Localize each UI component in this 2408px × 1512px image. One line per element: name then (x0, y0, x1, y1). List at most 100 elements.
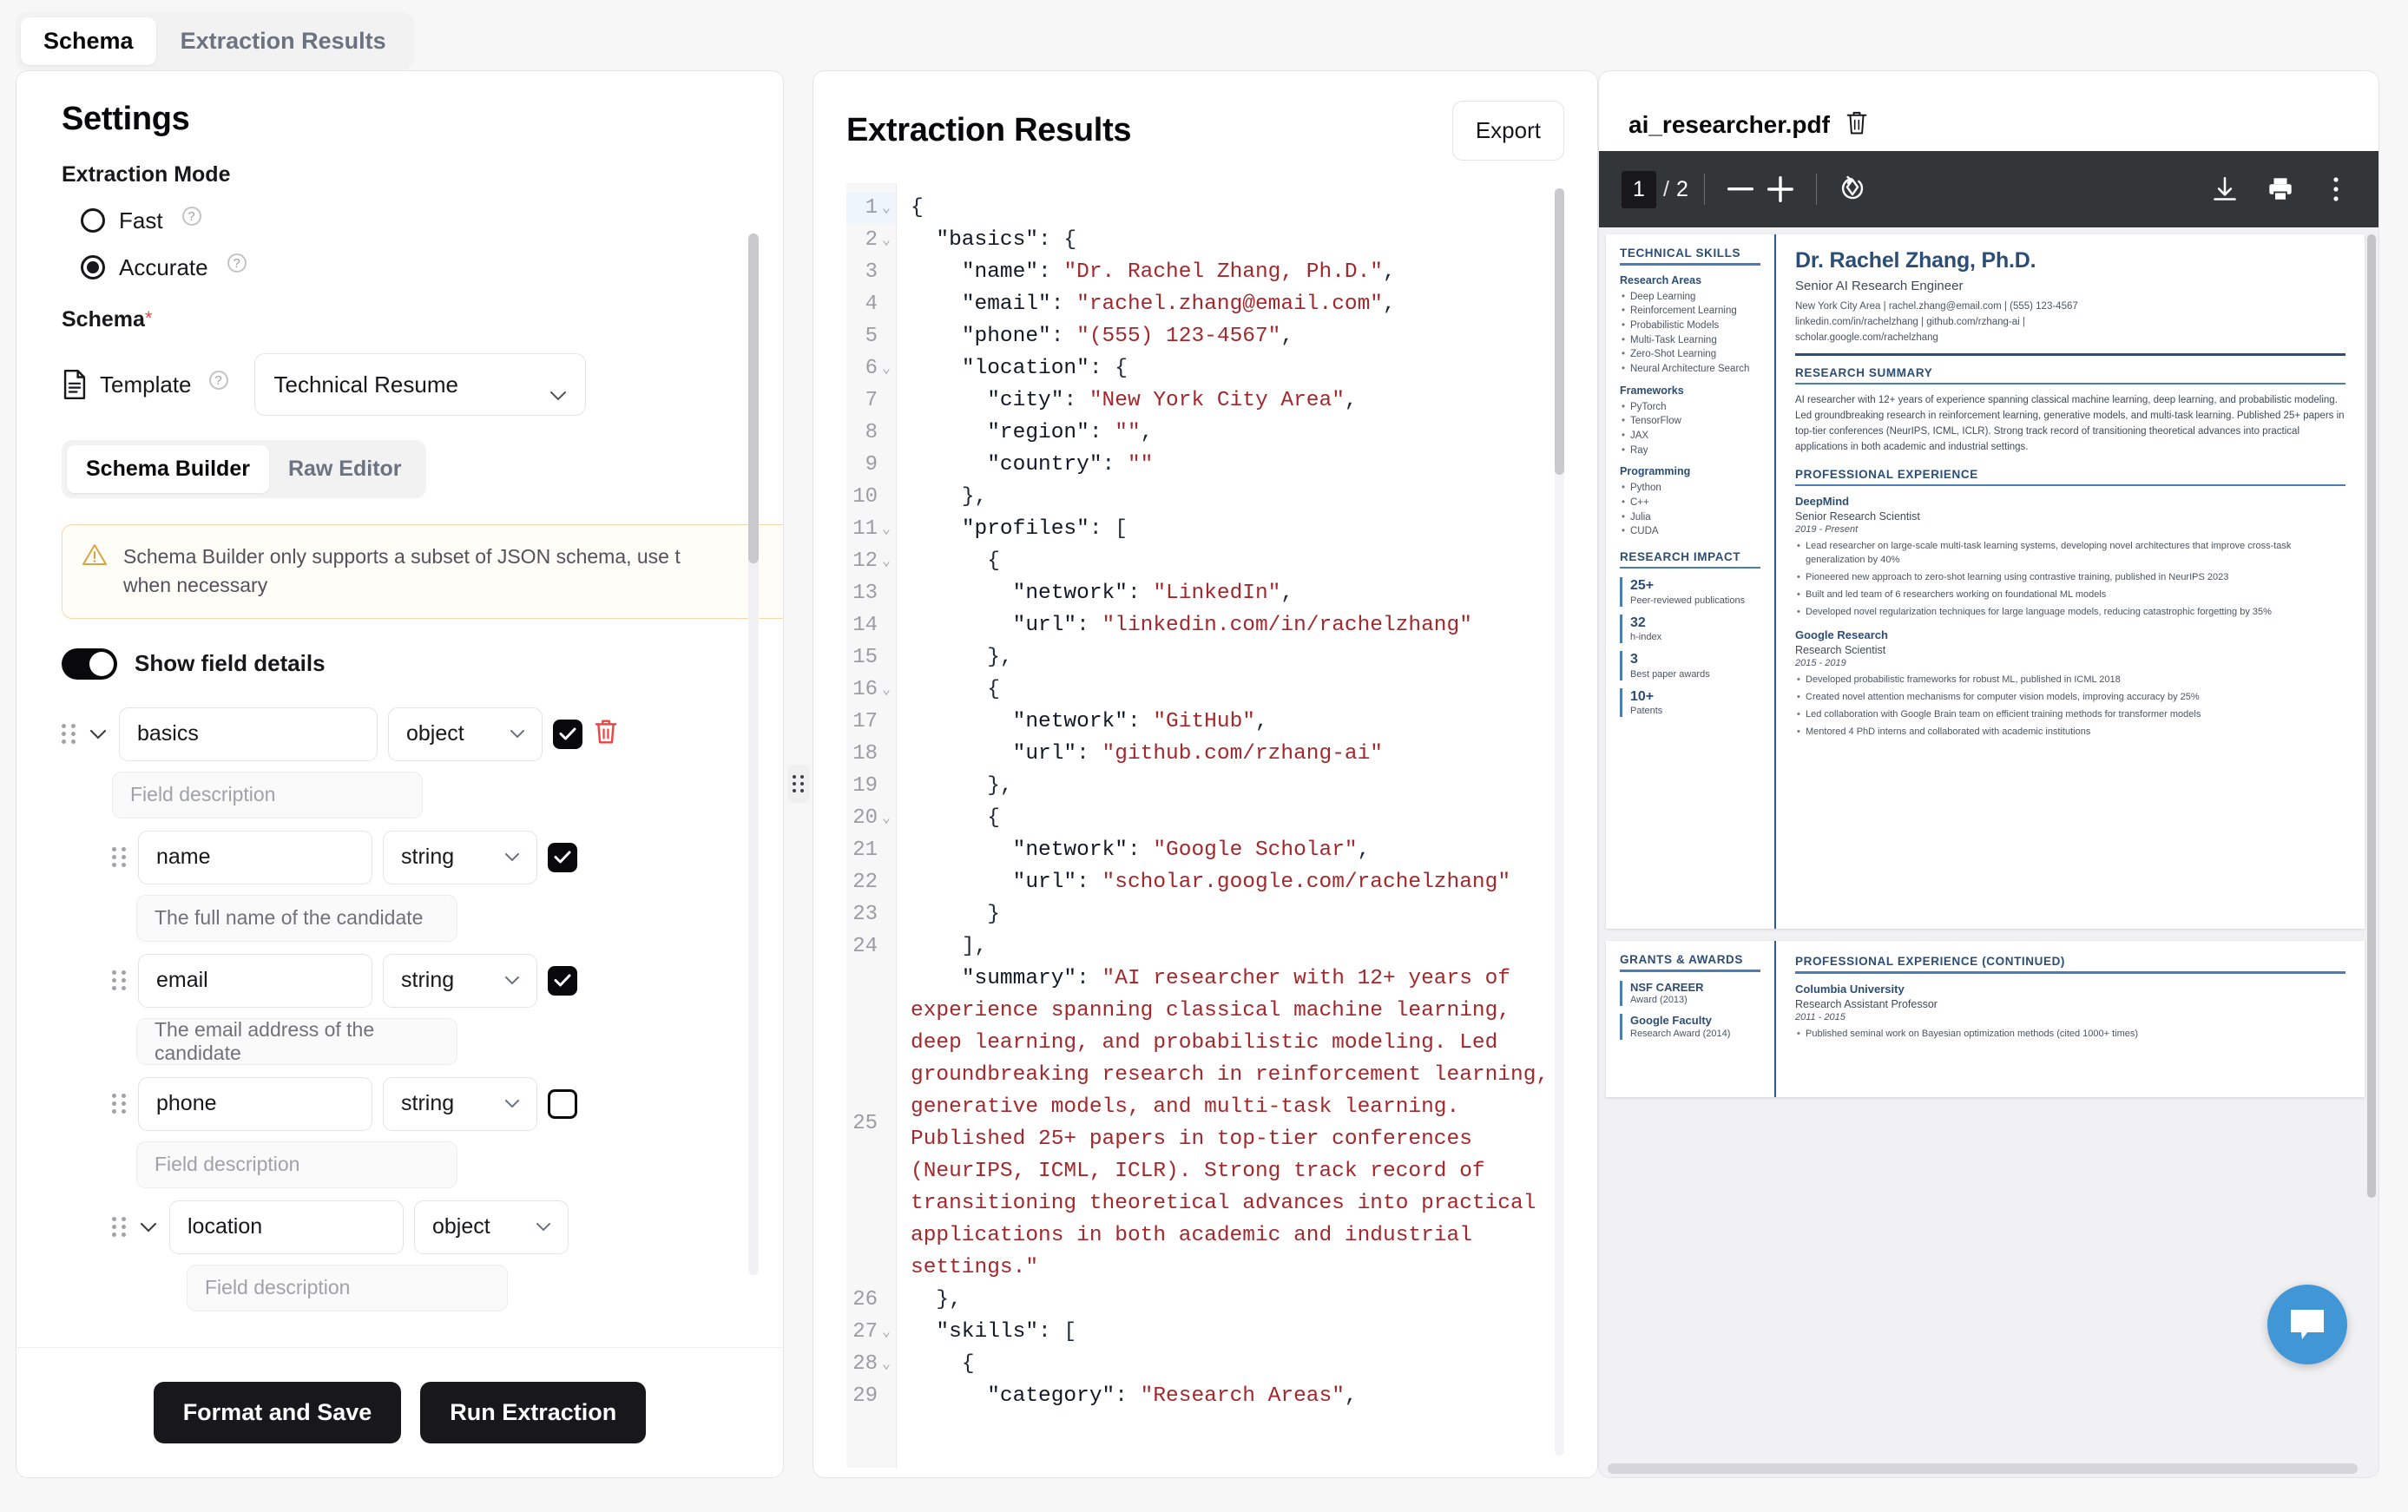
field-name-input-name[interactable]: name (138, 831, 372, 884)
pdf-vertical-scrollbar[interactable] (2367, 234, 2376, 1467)
code-fold-icon[interactable]: ⌄ (880, 199, 892, 217)
section-rule (1795, 383, 2345, 385)
delete-field-icon-basics[interactable] (593, 718, 619, 750)
code-fold-icon[interactable]: ⌄ (880, 359, 892, 378)
field-name-input-basics[interactable]: basics (119, 707, 378, 761)
template-select[interactable]: Technical Resume (254, 353, 586, 416)
pdf-horizontal-scrollbar[interactable] (1608, 1463, 2358, 1474)
code-line-number: 2⌄ (846, 224, 896, 256)
chat-widget-button[interactable] (2267, 1285, 2347, 1364)
radio-accurate-input[interactable] (81, 255, 105, 279)
continued-heading: PROFESSIONAL EXPERIENCE (CONTINUED) (1795, 955, 2345, 968)
tab-raw-editor[interactable]: Raw Editor (269, 445, 421, 493)
code-fold-icon[interactable]: ⌄ (880, 1355, 892, 1373)
field-type-select-email[interactable]: string (383, 954, 537, 1008)
schema-label: Schema (62, 307, 145, 332)
field-description-basics[interactable]: Field description (112, 772, 423, 818)
field-required-checkbox-name[interactable] (548, 843, 577, 872)
resume-name: Dr. Rachel Zhang, Ph.D. (1795, 248, 2345, 273)
radio-fast-input[interactable] (81, 208, 105, 233)
drag-handle-icon[interactable] (62, 723, 77, 746)
skill-item: Julia (1620, 510, 1760, 525)
tab-schema-builder[interactable]: Schema Builder (67, 445, 269, 493)
pdf-page-input[interactable]: 1 (1622, 171, 1656, 208)
more-options-icon[interactable] (2316, 169, 2356, 209)
code-fold-icon[interactable]: ⌄ (880, 520, 892, 538)
settings-scrollbar[interactable] (748, 233, 759, 1275)
pdf-page-2: GRANTS & AWARDS NSF CAREER Award (2013) … (1606, 941, 2365, 1097)
drag-handle-icon[interactable] (112, 1093, 128, 1115)
radio-option-accurate[interactable]: Accurate ? (81, 253, 783, 281)
field-row-phone: phone string (112, 1077, 783, 1131)
field-description-location[interactable]: Field description (187, 1265, 508, 1311)
run-extraction-button[interactable]: Run Extraction (420, 1382, 646, 1443)
job-bullet: Lead researcher on large-scale multi-tas… (1795, 540, 2345, 568)
resume-role: Senior AI Research Engineer (1795, 279, 2345, 293)
json-code-viewer[interactable]: 1⌄2⌄3456⌄7891011⌄12⌄13141516⌄17181920⌄21… (846, 183, 1564, 1468)
field-required-checkbox-phone[interactable] (548, 1089, 577, 1119)
field-description-email[interactable]: The email address of the candidate (136, 1018, 457, 1065)
field-row-basics: basics object (62, 707, 783, 761)
section-rule (1795, 971, 2345, 974)
zoom-in-icon[interactable] (1760, 169, 1800, 209)
code-fold-icon[interactable]: ⌄ (880, 1323, 892, 1341)
delete-file-icon[interactable] (1845, 110, 1868, 141)
help-icon-template[interactable]: ? (209, 371, 228, 390)
drag-handle-icon[interactable] (112, 970, 128, 992)
job-org: DeepMind (1795, 495, 2345, 508)
code-line-number: 12⌄ (846, 545, 896, 577)
field-name-input-location[interactable]: location (169, 1200, 404, 1254)
show-field-details-toggle[interactable] (62, 648, 117, 680)
tab-extraction-results[interactable]: Extraction Results (158, 17, 409, 65)
section-rule (1795, 484, 2345, 487)
code-gutter: 1⌄2⌄3456⌄7891011⌄12⌄13141516⌄17181920⌄21… (846, 183, 897, 1468)
awards-heading: GRANTS & AWARDS (1620, 953, 1760, 966)
field-required-checkbox-email[interactable] (548, 966, 577, 996)
format-and-save-button[interactable]: Format and Save (154, 1382, 402, 1443)
code-fold-icon[interactable]: ⌄ (880, 552, 892, 570)
pdf-page-separator: / (1663, 177, 1669, 202)
field-type-select-name[interactable]: string (383, 831, 537, 884)
resume-sidebar-page2: GRANTS & AWARDS NSF CAREER Award (2013) … (1606, 941, 1776, 1097)
field-type-select-phone[interactable]: string (383, 1077, 537, 1131)
code-fold-icon[interactable]: ⌄ (880, 680, 892, 699)
skill-item: Deep Learning (1620, 290, 1760, 305)
download-icon[interactable] (2205, 169, 2245, 209)
chevron-down-icon[interactable] (138, 1222, 159, 1233)
skill-item: TensorFlow (1620, 414, 1760, 429)
drag-handle-icon[interactable] (112, 846, 128, 869)
code-line-number: 16⌄ (846, 674, 896, 706)
pdf-viewport[interactable]: TECHNICAL SKILLS Research AreasDeep Lear… (1599, 227, 2378, 1477)
field-name-input-email[interactable]: email (138, 954, 372, 1008)
code-fold-icon[interactable]: ⌄ (880, 231, 892, 249)
code-content[interactable]: { "basics": { "name": "Dr. Rachel Zhang,… (897, 183, 1564, 1468)
help-icon-accurate[interactable]: ? (227, 253, 247, 273)
field-name-input-phone[interactable]: phone (138, 1077, 372, 1131)
section-rule (1620, 567, 1760, 569)
chevron-down-icon[interactable] (88, 729, 109, 740)
code-line-number: 13 (846, 577, 896, 609)
panel-resize-handle[interactable] (787, 765, 810, 803)
export-button[interactable]: Export (1452, 101, 1564, 161)
field-description-name[interactable]: The full name of the candidate (136, 895, 457, 942)
impact-stats: 25+Peer-reviewed publications32h-index3B… (1620, 577, 1760, 717)
code-line: "city": "New York City Area", (911, 385, 1564, 417)
settings-body: Extraction Mode Fast ? Accurate ? Schema… (16, 138, 783, 1379)
field-type-select-location[interactable]: object (414, 1200, 569, 1254)
help-icon-fast[interactable]: ? (182, 207, 201, 226)
code-scrollbar[interactable] (1555, 188, 1564, 1456)
print-icon[interactable] (2260, 169, 2300, 209)
code-line: "name": "Dr. Rachel Zhang, Ph.D.", (911, 256, 1564, 288)
code-fold-icon[interactable]: ⌄ (880, 809, 892, 827)
zoom-out-icon[interactable] (1720, 169, 1760, 209)
field-description-phone[interactable]: Field description (136, 1141, 457, 1188)
drag-handle-icon[interactable] (112, 1216, 128, 1239)
field-required-checkbox-basics[interactable] (553, 720, 582, 749)
radio-option-fast[interactable]: Fast ? (81, 207, 783, 234)
rotate-icon[interactable] (1832, 169, 1872, 209)
required-asterisk: * (145, 307, 153, 329)
award-item: Google Faculty Research Award (2014) (1620, 1014, 1760, 1040)
tab-group: Schema Extraction Results (16, 12, 414, 70)
tab-schema[interactable]: Schema (21, 17, 156, 65)
field-type-select-basics[interactable]: object (388, 707, 543, 761)
